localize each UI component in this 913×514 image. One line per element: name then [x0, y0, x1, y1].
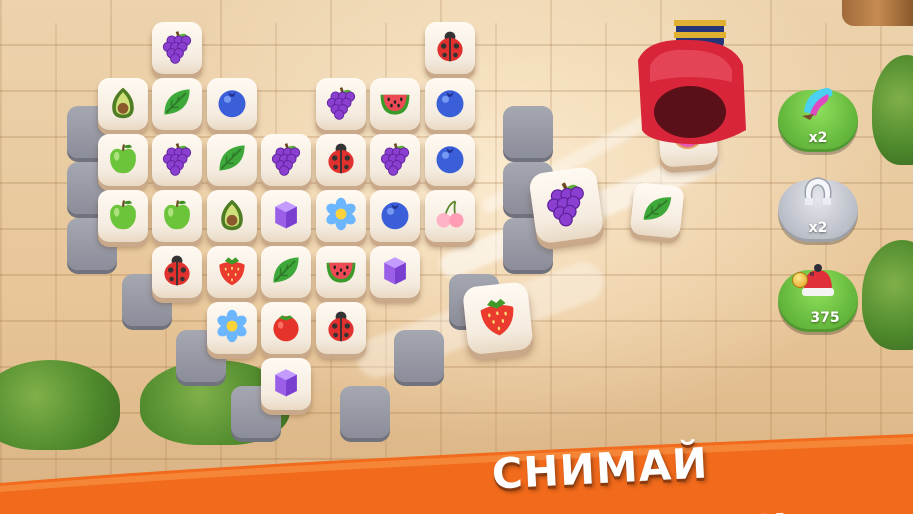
tile-flower[interactable]: [206, 302, 257, 354]
ladybug-icon: [159, 252, 195, 292]
blueberry-icon: [377, 196, 413, 236]
flying-tile-grapes: [528, 165, 605, 245]
tile-ladybug[interactable]: [315, 134, 366, 186]
game-scene: x2x2375 СНИМАЙ НАПРЯЖЕНИЕ!: [0, 0, 913, 514]
tile-covered: [394, 330, 444, 382]
tile-leaf[interactable]: [261, 246, 311, 298]
cherry-icon: [432, 196, 468, 236]
avocado-icon: [214, 196, 250, 236]
tomato-icon: [268, 308, 304, 348]
apple-icon: [105, 140, 141, 180]
grapes-icon: [268, 140, 304, 180]
booster-count: x2: [808, 220, 828, 236]
tile-covered: [503, 106, 553, 158]
grapes-icon: [159, 140, 195, 180]
apple-icon: [105, 196, 141, 236]
tile-grapes[interactable]: [152, 134, 202, 186]
flying-tile-leaf: [629, 182, 685, 239]
watermelon-icon: [377, 84, 413, 124]
tile-avocado[interactable]: [97, 78, 148, 130]
red-vacuum-tube-icon: [628, 10, 750, 148]
flower-icon: [214, 308, 250, 348]
grapes-icon: [323, 84, 359, 124]
tile-ladybug[interactable]: [152, 246, 202, 298]
tile-cube[interactable]: [261, 358, 311, 410]
flying-tile-strawberry: [462, 281, 534, 356]
cube-icon: [268, 364, 304, 404]
leaf-icon: [637, 189, 677, 233]
ladybug-icon: [432, 28, 468, 68]
strawberry-icon: [472, 290, 524, 347]
booster-count: x2: [808, 130, 828, 146]
cube-icon: [268, 196, 304, 236]
tile-blueberry[interactable]: [370, 190, 420, 242]
tile-watermelon[interactable]: [315, 246, 366, 298]
booster-shuffle-button[interactable]: x2: [778, 88, 858, 152]
tile-leaf[interactable]: [152, 78, 202, 130]
avocado-icon: [105, 84, 141, 124]
magnet-icon: [796, 172, 840, 216]
tile-ladybug[interactable]: [424, 22, 475, 74]
leaf-icon: [214, 140, 250, 180]
tile-apple[interactable]: [152, 190, 202, 242]
coin-icon: [792, 272, 808, 288]
grapes-icon: [538, 175, 594, 235]
booster-hint-button[interactable]: 375: [778, 264, 858, 332]
leaf-icon: [268, 252, 304, 292]
tile-cherry[interactable]: [424, 190, 475, 242]
grapes-icon: [377, 140, 413, 180]
tile-flower[interactable]: [315, 190, 366, 242]
blueberry-icon: [432, 140, 468, 180]
tile-grapes[interactable]: [152, 22, 202, 74]
tile-blueberry[interactable]: [424, 78, 475, 130]
tile-cube[interactable]: [261, 190, 311, 242]
strawberry-icon: [214, 252, 250, 292]
blueberry-icon: [214, 84, 250, 124]
ladybug-icon: [323, 140, 359, 180]
tile-tomato[interactable]: [261, 302, 311, 354]
tile-grapes[interactable]: [315, 78, 366, 130]
watermelon-icon: [323, 252, 359, 292]
rainbow-brush-icon: [796, 82, 840, 126]
tile-apple[interactable]: [97, 134, 148, 186]
booster-undo-button[interactable]: x2: [778, 177, 858, 242]
tile-blueberry[interactable]: [206, 78, 257, 130]
tile-ladybug[interactable]: [315, 302, 366, 354]
fence-post: [842, 0, 913, 26]
tile-grapes[interactable]: [261, 134, 311, 186]
leaf-icon: [159, 84, 195, 124]
apple-icon: [159, 196, 195, 236]
tile-leaf[interactable]: [206, 134, 257, 186]
tile-watermelon[interactable]: [370, 78, 420, 130]
blueberry-icon: [432, 84, 468, 124]
tile-cube[interactable]: [370, 246, 420, 298]
tile-blueberry[interactable]: [424, 134, 475, 186]
grapes-icon: [159, 28, 195, 68]
booster-count: 375: [810, 310, 840, 326]
ladybug-icon: [323, 308, 359, 348]
tile-strawberry[interactable]: [206, 246, 257, 298]
flower-icon: [323, 196, 359, 236]
tile-apple[interactable]: [97, 190, 148, 242]
tile-grapes[interactable]: [370, 134, 420, 186]
cube-icon: [377, 252, 413, 292]
tile-avocado[interactable]: [206, 190, 257, 242]
